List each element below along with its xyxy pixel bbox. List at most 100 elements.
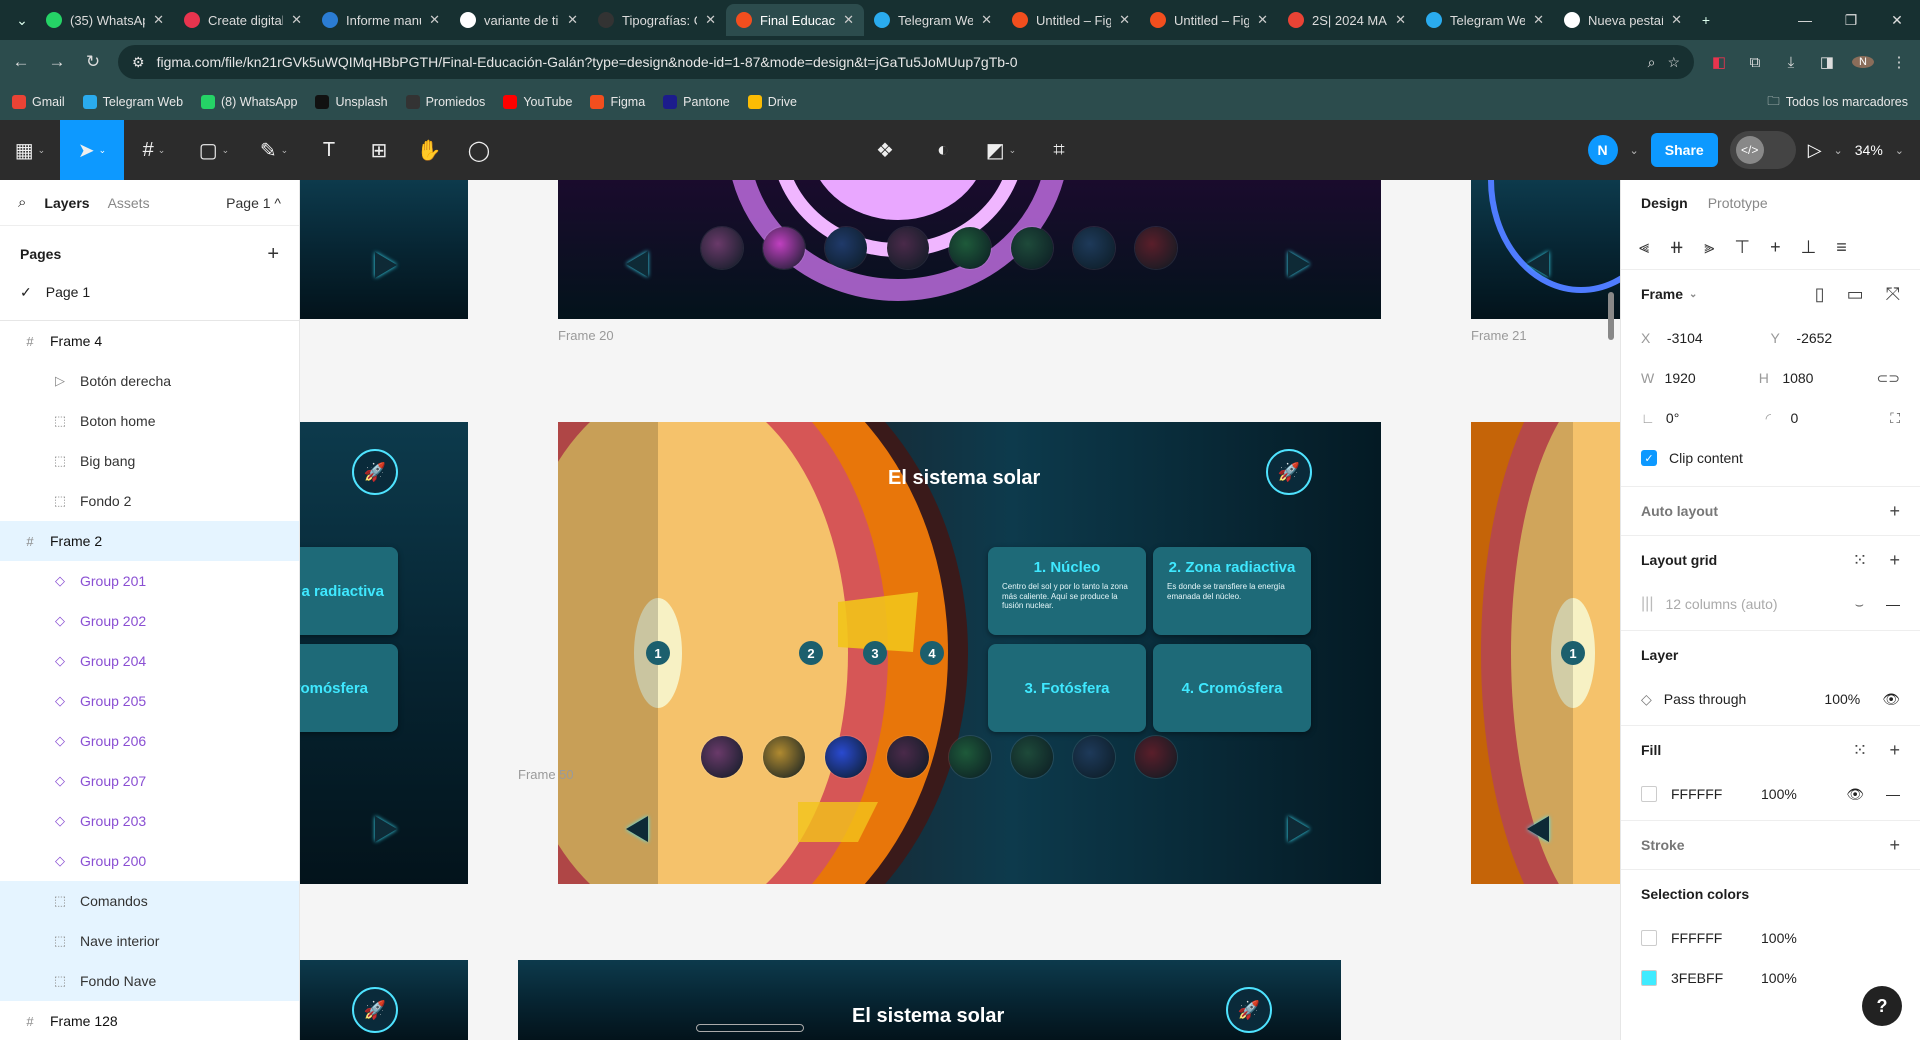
- close-tab-icon[interactable]: ✕: [981, 12, 992, 28]
- y-field[interactable]: -2652: [1796, 330, 1900, 346]
- close-window-icon[interactable]: ✕: [1874, 12, 1920, 29]
- canvas-scrollbar[interactable]: [1608, 292, 1614, 340]
- browser-tab[interactable]: Untitled – Figma✕: [1002, 4, 1140, 36]
- browser-tab[interactable]: Nueva pestaña✕: [1554, 4, 1692, 36]
- frame-20[interactable]: 1 2 3 4 El sistema solar 🚀 1. Núcleo Cen…: [558, 422, 1381, 884]
- next-arrow-icon[interactable]: [375, 816, 397, 842]
- layer-item[interactable]: ⬚ Nave interior: [0, 921, 299, 961]
- browser-tab[interactable]: Informe manual✕: [312, 4, 450, 36]
- all-bookmarks[interactable]: 🗀 Todos los marcadores: [1767, 92, 1908, 113]
- frame-top-center[interactable]: [558, 180, 1381, 319]
- grid-styles-icon[interactable]: ⁙: [1852, 550, 1867, 571]
- layer-item[interactable]: ◇ Group 203: [0, 801, 299, 841]
- page-selector[interactable]: Page 1 ^: [226, 195, 281, 211]
- search-icon[interactable]: ⌕: [18, 194, 26, 211]
- main-menu-button[interactable]: ▦ ⌄: [0, 120, 60, 180]
- bookmark-item[interactable]: Unsplash: [315, 95, 388, 109]
- close-tab-icon[interactable]: ✕: [291, 12, 302, 28]
- card-nucleo[interactable]: 1. Núcleo Centro del sol y por lo tanto …: [988, 547, 1146, 635]
- present-chevron-icon[interactable]: ⌄: [1834, 144, 1843, 157]
- extensions-puzzle-icon[interactable]: ⧉: [1744, 54, 1766, 71]
- frame-type-selector[interactable]: Frame: [1641, 286, 1683, 302]
- browser-tab[interactable]: Tipografías: Google✕: [588, 4, 726, 36]
- align-bottom-icon[interactable]: ⊥: [1801, 237, 1817, 258]
- browser-tab[interactable]: Final Educación✕: [726, 4, 864, 36]
- constrain-proportions-icon[interactable]: ⊂⊃: [1877, 370, 1900, 387]
- zoom-level[interactable]: 34%: [1855, 142, 1883, 158]
- canvas[interactable]: Frame 20 Frame 21 🚀 a radiactiva romósfe…: [300, 180, 1620, 1040]
- layer-item[interactable]: ⬚ Boton home: [0, 401, 299, 441]
- browser-tab[interactable]: Telegram Web✕: [1416, 4, 1554, 36]
- next-arrow-icon[interactable]: [375, 252, 397, 278]
- align-center-h-icon[interactable]: ⧺: [1669, 237, 1684, 258]
- tab-assets[interactable]: Assets: [108, 195, 150, 211]
- topic-nav-button[interactable]: [1073, 736, 1115, 778]
- chevron-down-icon[interactable]: ⌄: [1630, 144, 1639, 157]
- help-button[interactable]: ?: [1862, 986, 1902, 1026]
- boolean-icon[interactable]: ◩ ⌄: [976, 120, 1026, 180]
- browser-tab[interactable]: 2S| 2024 MA ✕: [1278, 4, 1416, 36]
- url-bar[interactable]: ⚙ figma.com/file/kn21rGVk5uWQIMqHBbPGTH/…: [118, 45, 1694, 79]
- close-tab-icon[interactable]: ✕: [567, 12, 578, 28]
- layer-item[interactable]: ⬚ Fondo Nave: [0, 961, 299, 1001]
- bookmark-item[interactable]: Telegram Web: [82, 95, 183, 109]
- close-tab-icon[interactable]: ✕: [1671, 12, 1682, 28]
- rotation-field[interactable]: 0°: [1666, 410, 1766, 426]
- add-fill-icon[interactable]: +: [1889, 740, 1900, 761]
- close-tab-icon[interactable]: ✕: [1119, 12, 1130, 28]
- eye-icon[interactable]: 👁: [1846, 786, 1864, 803]
- frame-top-right[interactable]: [1471, 180, 1620, 319]
- fill-opacity-field[interactable]: 100%: [1761, 786, 1846, 802]
- align-top-icon[interactable]: ⊤: [1734, 237, 1750, 258]
- topic-nav-button[interactable]: [825, 227, 867, 269]
- browser-tab[interactable]: Telegram Web✕: [864, 4, 1002, 36]
- resize-to-fit-icon[interactable]: ⤧: [1886, 284, 1900, 305]
- extension-icon[interactable]: ◧: [1708, 53, 1730, 71]
- color-swatch[interactable]: [1641, 970, 1657, 986]
- topic-nav-button[interactable]: [701, 227, 743, 269]
- layer-item[interactable]: # Frame 128: [0, 1001, 299, 1040]
- close-tab-icon[interactable]: ✕: [1533, 12, 1544, 28]
- dev-mode-toggle[interactable]: </>: [1729, 131, 1796, 169]
- rocket-icon[interactable]: 🚀: [1266, 449, 1312, 495]
- zoom-icon[interactable]: ⌕: [1648, 54, 1656, 71]
- frame-50[interactable]: El sistema solar 🚀: [518, 960, 1341, 1040]
- resources-tool[interactable]: ⊞: [354, 120, 404, 180]
- grid-columns-icon[interactable]: |||: [1641, 595, 1653, 613]
- reload-icon[interactable]: ↻: [82, 52, 104, 72]
- hide-grid-icon[interactable]: ⌣: [1855, 596, 1864, 613]
- bookmark-item[interactable]: Pantone: [663, 95, 730, 109]
- frame50-label[interactable]: Frame 50: [518, 767, 574, 782]
- rocket-icon[interactable]: 🚀: [352, 449, 398, 495]
- prev-arrow-icon[interactable]: [626, 251, 648, 277]
- portrait-icon[interactable]: ▯: [1815, 284, 1825, 305]
- layer-item[interactable]: ⬚ Comandos: [0, 881, 299, 921]
- bookmark-star-icon[interactable]: ☆: [1667, 54, 1680, 71]
- bookmark-item[interactable]: Gmail: [12, 95, 65, 109]
- frame-mid-left[interactable]: 🚀 a radiactiva romósfera: [300, 422, 468, 884]
- frame-bottom-left[interactable]: 🚀: [300, 960, 468, 1040]
- share-button[interactable]: Share: [1650, 133, 1718, 167]
- minimize-icon[interactable]: —: [1782, 12, 1828, 29]
- crop-icon[interactable]: ⌗: [1034, 120, 1084, 180]
- x-field[interactable]: -3104: [1667, 330, 1771, 346]
- frame20-label[interactable]: Frame 20: [558, 328, 614, 343]
- frame-tool[interactable]: # ⌄: [124, 120, 184, 180]
- topic-nav-button[interactable]: [1135, 227, 1177, 269]
- add-auto-layout-icon[interactable]: +: [1889, 501, 1900, 522]
- bookmark-item[interactable]: (8) WhatsApp: [201, 95, 297, 109]
- align-center-v-icon[interactable]: +: [1770, 237, 1781, 258]
- card-fotosfera[interactable]: 3. Fotósfera: [988, 644, 1146, 732]
- layer-item[interactable]: # Frame 4: [0, 321, 299, 361]
- card-zona-radiactiva[interactable]: 2. Zona radiactiva Es donde se transfier…: [1153, 547, 1311, 635]
- components-icon[interactable]: ❖: [860, 120, 910, 180]
- clip-content-row[interactable]: ✓ Clip content: [1641, 438, 1900, 478]
- sidepanel-icon[interactable]: ◨: [1816, 53, 1838, 71]
- rocket-icon[interactable]: 🚀: [352, 987, 398, 1033]
- layer-item[interactable]: ◇ Group 200: [0, 841, 299, 881]
- profile-avatar[interactable]: N: [1852, 56, 1874, 68]
- color-swatch[interactable]: [1641, 930, 1657, 946]
- distribute-icon[interactable]: ≡: [1836, 237, 1847, 258]
- close-tab-icon[interactable]: ✕: [429, 12, 440, 28]
- landscape-icon[interactable]: ▭: [1847, 284, 1864, 305]
